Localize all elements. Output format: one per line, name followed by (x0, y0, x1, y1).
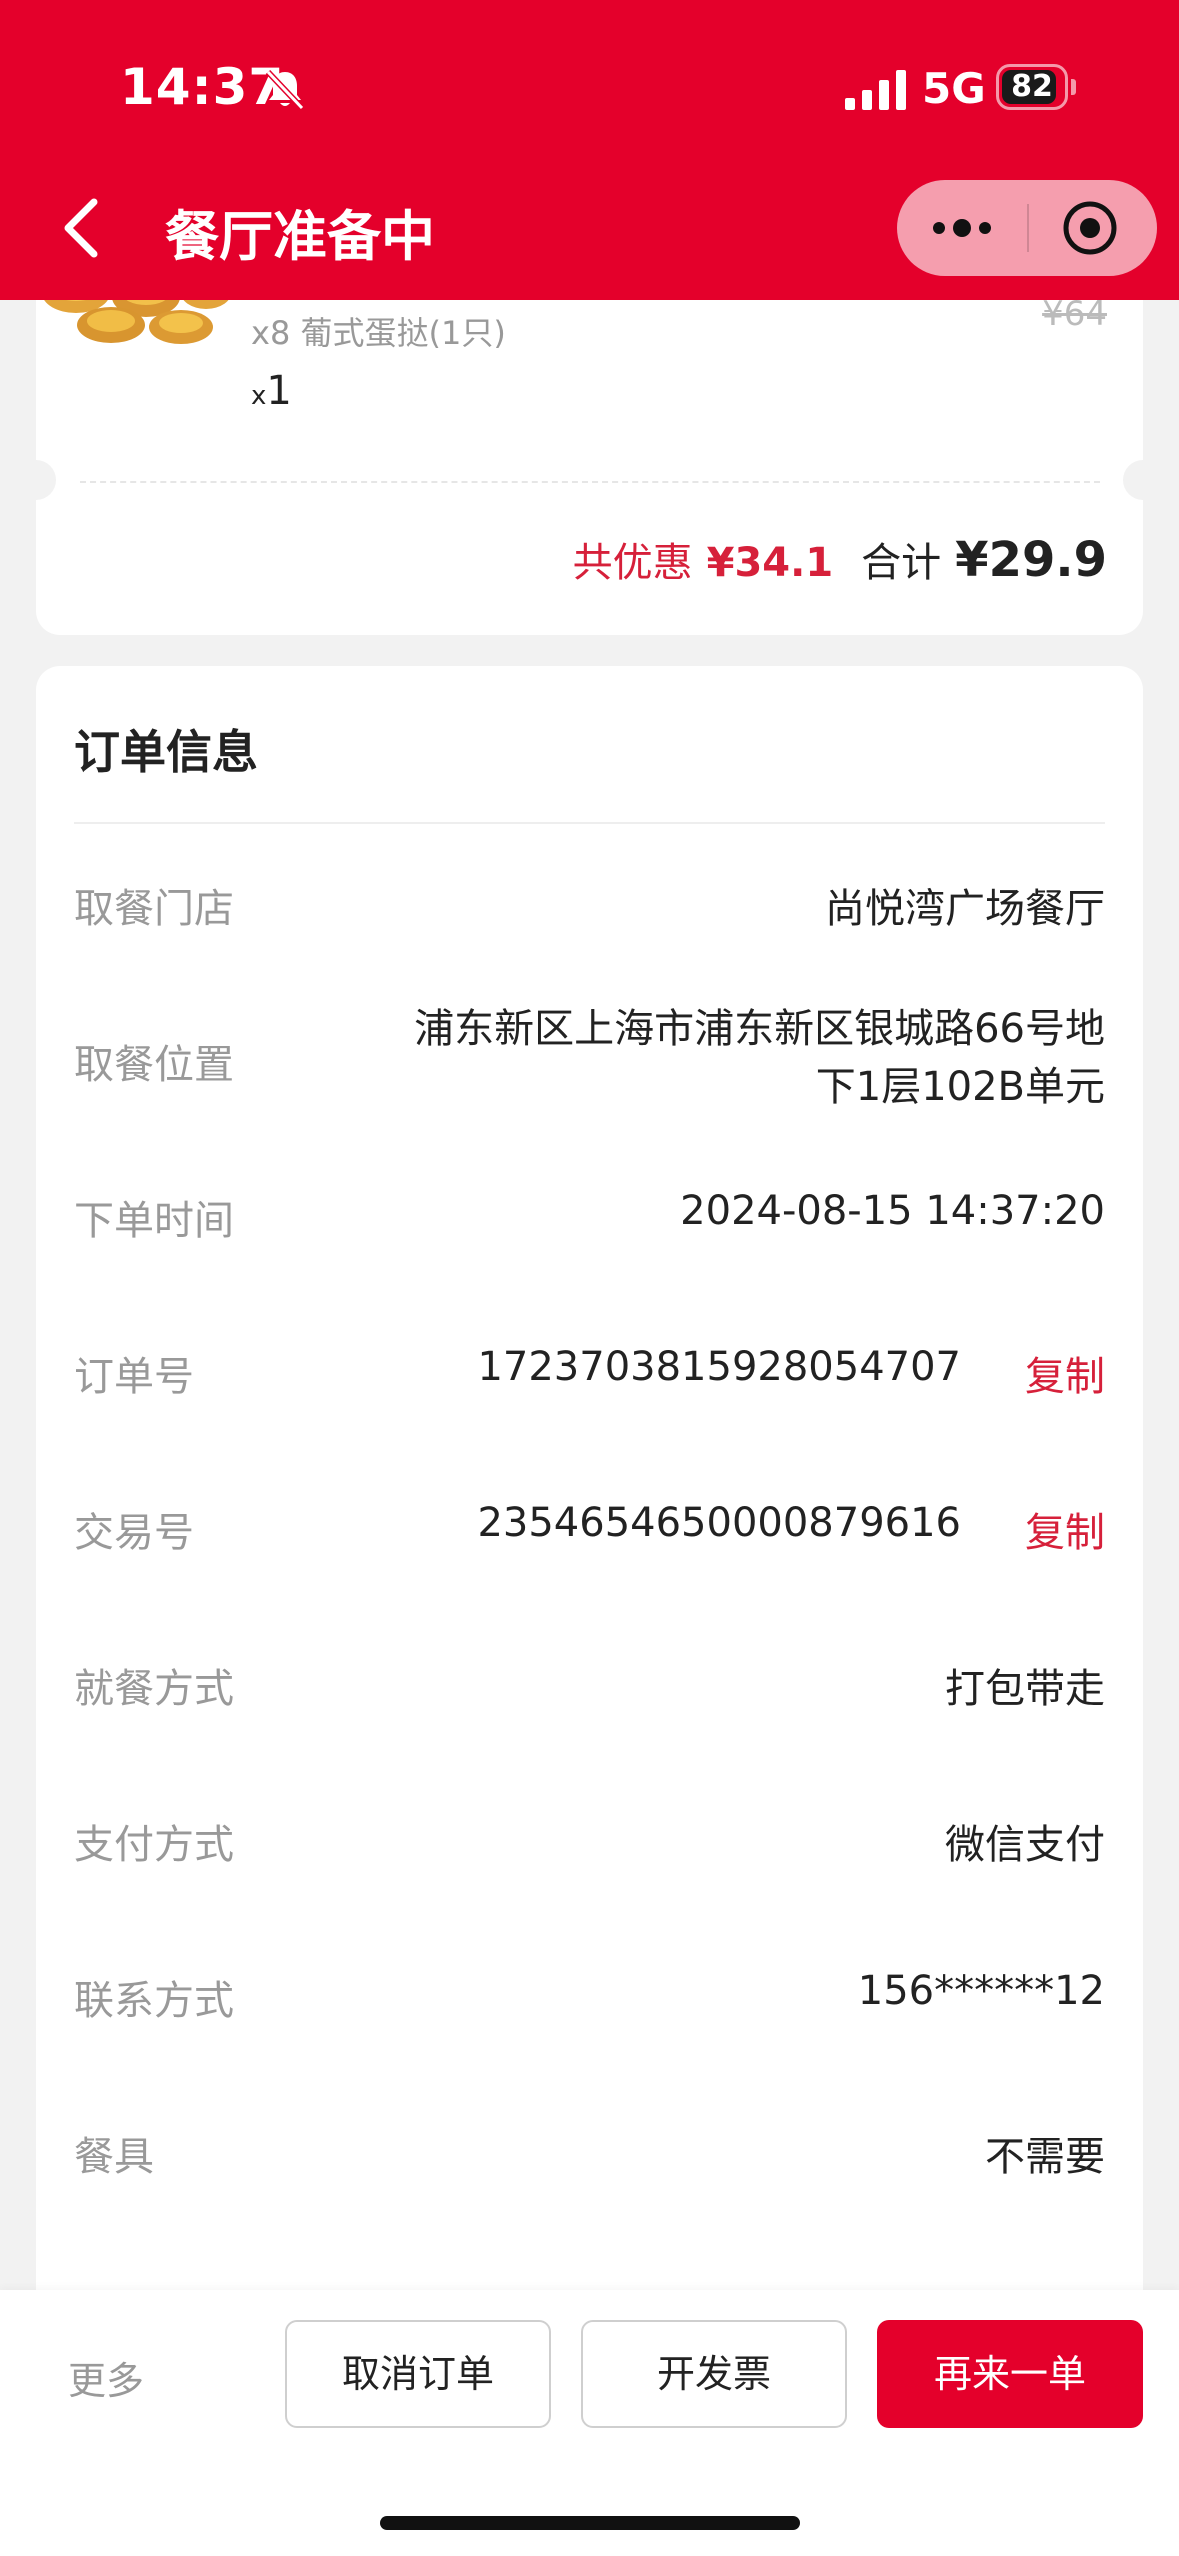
back-chevron-icon[interactable] (56, 196, 106, 260)
invoice-button[interactable]: 开发票 (581, 2320, 847, 2428)
order-total-row: 共优惠 ¥34.1 合计 ¥29.9 (573, 530, 1107, 590)
battery-percent: 82 (1011, 69, 1053, 104)
payment-method-value: 微信支付 (945, 1822, 1105, 1868)
dining-mode-value: 打包带走 (945, 1666, 1105, 1712)
order-time-value: 2024-08-15 14:37:20 (680, 1188, 1105, 1234)
total-label: 合计 (861, 540, 942, 586)
transaction-number-value: 2354654650000879616 (477, 1500, 961, 1546)
bell-muted-icon (265, 69, 305, 111)
transaction-number-label: 交易号 (74, 1510, 194, 1556)
discount-value: ¥34.1 (706, 540, 834, 586)
copy-transaction-number-button[interactable]: 复制 (1025, 1500, 1105, 1558)
utensils-label: 餐具 (74, 2134, 154, 2180)
copy-order-number-button[interactable]: 复制 (1025, 1344, 1105, 1402)
home-indicator (380, 2516, 800, 2530)
more-dots-icon[interactable] (927, 202, 997, 254)
reorder-button[interactable]: 再来一单 (877, 2320, 1143, 2428)
payment-method-label: 支付方式 (74, 1822, 234, 1868)
app-header: 14:37 5G 82 餐厅准备中 (0, 0, 1179, 300)
order-info-title: 订单信息 (74, 725, 258, 779)
order-info-card (36, 666, 1143, 2556)
dashed-divider (80, 481, 1100, 483)
card-notch-left (16, 460, 56, 500)
quantity-prefix: x (251, 381, 267, 411)
status-time: 14:37 (120, 58, 285, 116)
original-price: ¥64 (1042, 294, 1107, 334)
card-notch-right (1123, 460, 1163, 500)
capsule-divider (1027, 204, 1029, 252)
order-number-label: 订单号 (74, 1354, 194, 1400)
pickup-location-value: 浦东新区上海市浦东新区银城路66号地下1层102B单元 (414, 1006, 1105, 1110)
discount-label: 共优惠 (572, 540, 693, 586)
network-type: 5G (922, 64, 986, 113)
contact-value: 156******12 (857, 1968, 1105, 2014)
dining-mode-label: 就餐方式 (74, 1666, 234, 1712)
cellular-signal-icon (845, 70, 906, 110)
order-number-value: 1723703815928054707 (477, 1344, 961, 1390)
utensils-value: 不需要 (985, 2134, 1105, 2180)
pickup-store-value: 尚悦湾广场餐厅 (825, 886, 1105, 932)
mini-program-capsule (897, 180, 1157, 276)
item-quantity: x1 (251, 368, 292, 414)
cancel-order-button[interactable]: 取消订单 (285, 2320, 551, 2428)
more-button[interactable]: 更多 (68, 2350, 144, 2405)
close-target-icon[interactable] (1060, 198, 1120, 258)
contact-label: 联系方式 (74, 1978, 234, 2024)
pickup-store-label: 取餐门店 (74, 886, 234, 932)
pickup-location-label: 取餐位置 (74, 1042, 234, 1088)
quantity-value: 1 (266, 368, 292, 414)
battery-icon: 82 (996, 64, 1076, 110)
item-description: x8 葡式蛋挞(1只) (251, 314, 506, 352)
total-value: ¥29.9 (955, 532, 1107, 588)
page-title: 餐厅准备中 (165, 205, 435, 268)
section-divider (74, 822, 1105, 824)
order-time-label: 下单时间 (74, 1198, 234, 1244)
